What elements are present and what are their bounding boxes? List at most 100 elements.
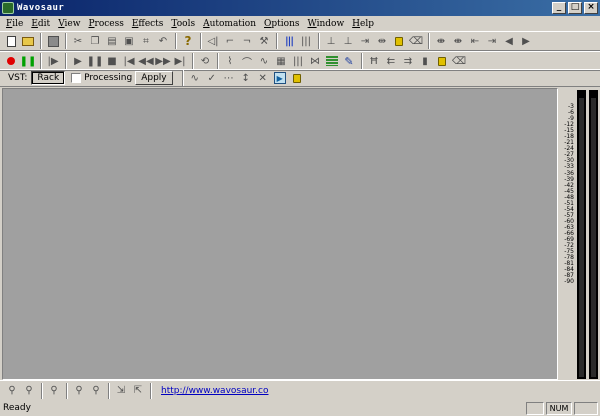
fade-out-button[interactable]: ¬ <box>239 33 255 49</box>
loop-button[interactable]: ⟲ <box>197 53 213 69</box>
automation-play-button[interactable]: ▶ <box>272 70 288 86</box>
automation-lock-button[interactable] <box>289 70 305 86</box>
next-button[interactable]: ▶ <box>518 33 534 49</box>
stretch-button[interactable]: ⋈ <box>307 53 323 69</box>
crop-button[interactable]: ⌗ <box>138 33 154 49</box>
cue-block-button[interactable]: ▮ <box>417 53 433 69</box>
automation-curve-button[interactable]: ∿ <box>187 70 203 86</box>
vst-toolbar: VST: Rack Processing Apply ∿ ✓ ⋯ ↕ ✕ ▶ <box>0 69 600 87</box>
copy-button[interactable]: ❐ <box>87 33 103 49</box>
marker-move-button[interactable]: ⇥ <box>357 33 373 49</box>
paste-new-button[interactable]: ▣ <box>121 33 137 49</box>
menu-tools[interactable]: Tools <box>167 19 199 29</box>
zoom-in-button[interactable]: ⚲ <box>4 383 20 399</box>
zoom-v-out-icon: ⚲ <box>92 385 100 396</box>
menu-file[interactable]: File <box>2 19 27 29</box>
processing-checkbox[interactable] <box>71 73 82 83</box>
paste-button[interactable]: ▤ <box>104 33 120 49</box>
marker-right-button[interactable]: ⊥ <box>340 33 356 49</box>
automation-check-button[interactable]: ✓ <box>204 70 220 86</box>
menu-effects[interactable]: Effects <box>128 19 168 29</box>
marker-lock-button[interactable] <box>391 33 407 49</box>
automation-delete-button[interactable]: ✕ <box>255 70 271 86</box>
fade-in-button[interactable]: ⌐ <box>222 33 238 49</box>
save-button[interactable] <box>45 33 61 49</box>
maximize-button[interactable]: □ <box>568 2 582 14</box>
menu-edit[interactable]: Edit <box>27 19 54 29</box>
zoom-out-button[interactable]: ⚲ <box>21 383 37 399</box>
eq-button[interactable] <box>324 53 340 69</box>
fast-forward-button[interactable]: ▶▶ <box>155 53 171 69</box>
undo-button[interactable]: ↶ <box>155 33 171 49</box>
menu-options[interactable]: Options <box>260 19 303 29</box>
marker-delete-button[interactable]: ⌫ <box>408 33 424 49</box>
cut-button[interactable]: ✂ <box>70 33 86 49</box>
cue-lock-button[interactable] <box>434 53 450 69</box>
waveform-button[interactable]: ||| <box>281 33 297 49</box>
prev-button[interactable]: ◀ <box>501 33 517 49</box>
envelope-button[interactable]: ⌒ <box>239 53 255 69</box>
toolbar-separator <box>181 70 184 86</box>
zoom-v-out-button[interactable]: ⚲ <box>88 383 104 399</box>
rack-button[interactable]: Rack <box>31 71 66 85</box>
menu-window[interactable]: Window <box>304 19 349 29</box>
new-document-icon <box>6 35 16 47</box>
zoom-v-in-button[interactable]: ⚲ <box>71 383 87 399</box>
select-right-button[interactable]: ⇥ <box>484 33 500 49</box>
toolbar-separator <box>428 33 430 49</box>
stop-button[interactable]: ■ <box>104 53 120 69</box>
zoom-full-button[interactable]: ⚲ <box>46 383 62 399</box>
automation-dots-button[interactable]: ⋯ <box>221 70 237 86</box>
cue-block-icon: ▮ <box>422 55 428 67</box>
snap-button[interactable]: ⇼ <box>433 33 449 49</box>
toolbar-separator <box>217 53 219 69</box>
automation-updown-button[interactable]: ↕ <box>238 70 254 86</box>
menu-help[interactable]: Help <box>348 19 378 29</box>
apply-button[interactable]: Apply <box>135 71 173 85</box>
spectrum-button[interactable]: ▦ <box>273 53 289 69</box>
menu-process[interactable]: Process <box>84 19 127 29</box>
analyze-icon: ||| <box>292 55 304 67</box>
play-button[interactable]: ▶ <box>70 53 86 69</box>
save-disk-icon <box>47 35 59 47</box>
pause-button[interactable]: ❚❚ <box>87 53 104 69</box>
go-start-button[interactable]: |◀ <box>121 53 137 69</box>
cue-prev-button[interactable]: ⇇ <box>383 53 399 69</box>
mdi-workspace[interactable] <box>2 88 558 380</box>
new-file-button[interactable] <box>3 33 19 49</box>
help-button[interactable]: ? <box>180 33 196 49</box>
play-loop-button[interactable]: |▶ <box>45 53 61 69</box>
dots-icon: ⋯ <box>223 72 234 84</box>
marker-left-button[interactable]: ⊥ <box>323 33 339 49</box>
x-icon: ✕ <box>258 72 267 84</box>
record-pause-button[interactable]: ❚❚ <box>20 53 37 69</box>
pencil-button[interactable]: ✎ <box>341 53 357 69</box>
cue-button[interactable]: Ħ <box>366 53 382 69</box>
zoom-reset-button[interactable]: ⇱ <box>130 383 146 399</box>
minimize-button[interactable]: _ <box>552 2 566 14</box>
menu-view[interactable]: View <box>54 19 84 29</box>
toolbar-separator <box>66 382 68 399</box>
frequency-button[interactable]: ∿ <box>256 53 272 69</box>
tools-button[interactable]: ⚒ <box>256 33 272 49</box>
rewind-button[interactable]: ◀◀ <box>138 53 154 69</box>
close-button[interactable]: × <box>584 2 598 14</box>
go-end-button[interactable]: ▶| <box>172 53 188 69</box>
up-down-icon: ↕ <box>241 72 250 84</box>
snap-zero-button[interactable]: ⇼ <box>450 33 466 49</box>
menu-automation[interactable]: Automation <box>199 19 260 29</box>
cue-next-button[interactable]: ⇉ <box>400 53 416 69</box>
normalize-button[interactable]: ⌇ <box>222 53 238 69</box>
waveform-alt-button[interactable]: ||| <box>298 33 314 49</box>
analyze-button[interactable]: ||| <box>290 53 306 69</box>
marker-loop-button[interactable]: ⇹ <box>374 33 390 49</box>
volume-button[interactable]: ◁| <box>205 33 221 49</box>
processing-option[interactable]: Processing <box>71 73 132 83</box>
cue-delete-button[interactable]: ⌫ <box>451 53 467 69</box>
wrench-icon: ⚒ <box>259 35 269 47</box>
website-link[interactable]: http://www.wavosaur.co <box>161 386 269 396</box>
open-file-button[interactable] <box>20 33 36 49</box>
select-left-button[interactable]: ⇤ <box>467 33 483 49</box>
zoom-selection-button[interactable]: ⇲ <box>113 383 129 399</box>
record-button[interactable] <box>3 53 19 69</box>
